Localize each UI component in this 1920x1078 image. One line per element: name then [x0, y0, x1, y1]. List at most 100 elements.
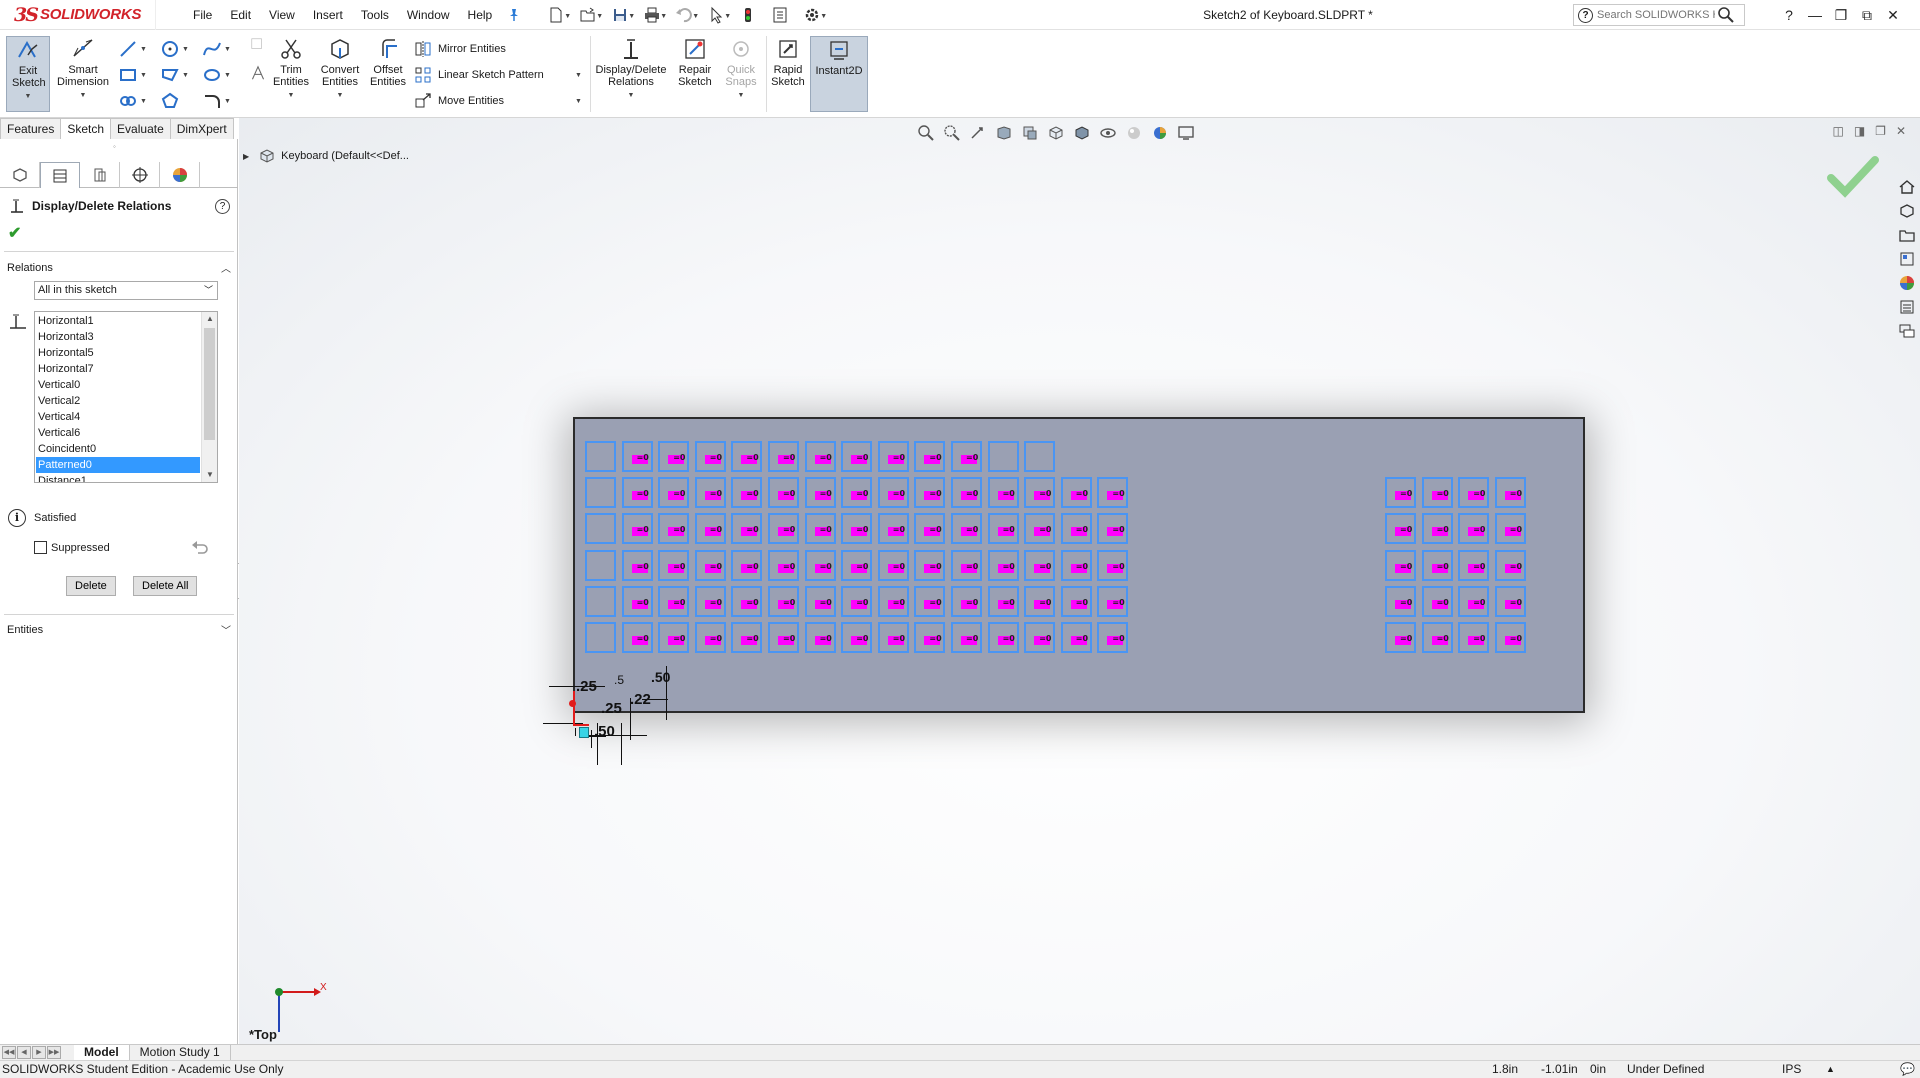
- scroll-down-icon[interactable]: ▼: [202, 468, 217, 482]
- relation-list-item[interactable]: Horizontal5: [36, 345, 200, 361]
- instant2d-button[interactable]: Instant2D: [810, 36, 868, 112]
- relation-symbol-icon[interactable]: [887, 598, 905, 609]
- sketch-key-square[interactable]: [658, 477, 690, 509]
- sketch-key-square[interactable]: [694, 585, 726, 617]
- chevron-down-icon[interactable]: ▼: [25, 91, 32, 103]
- sketch-key-square[interactable]: [585, 477, 616, 509]
- sketch-key-square[interactable]: [1024, 441, 1056, 472]
- relation-symbol-icon[interactable]: [851, 525, 868, 537]
- dynamic-annotation-icon[interactable]: [1019, 122, 1041, 144]
- line-tool[interactable]: ▼: [118, 38, 150, 60]
- relation-symbol-icon[interactable]: [631, 598, 649, 609]
- sketch-key-square[interactable]: [914, 441, 946, 472]
- sketch-numpad-key-square[interactable]: [1385, 622, 1416, 653]
- relation-symbol-icon[interactable]: [851, 598, 868, 609]
- forum-icon[interactable]: [1894, 320, 1920, 342]
- rapid-sketch-button[interactable]: Rapid Sketch: [768, 36, 808, 112]
- menu-file[interactable]: File: [184, 0, 221, 30]
- relation-symbol-icon[interactable]: [851, 453, 868, 464]
- relation-list-item[interactable]: Distance1: [36, 473, 200, 482]
- expand-triangle-icon[interactable]: ▶: [243, 152, 249, 161]
- sketch-key-square[interactable]: [804, 585, 836, 617]
- sketch-numpad-key-square[interactable]: [1385, 549, 1416, 581]
- sketch-key-square[interactable]: [877, 441, 909, 472]
- sketch-numpad-key-square[interactable]: [1458, 513, 1490, 545]
- relation-symbol-icon[interactable]: [741, 525, 759, 537]
- smart-dimension-button[interactable]: Smart Dimension ▼: [54, 36, 112, 112]
- section-view-icon[interactable]: [993, 122, 1015, 144]
- polygon-tool[interactable]: [160, 90, 192, 112]
- sketch-key-square[interactable]: [585, 513, 616, 545]
- quick-snaps-button[interactable]: Quick Snaps ▼: [720, 36, 762, 112]
- relation-symbol-icon[interactable]: [997, 525, 1015, 537]
- sketch-key-square[interactable]: [1097, 513, 1129, 545]
- sketch-key-square[interactable]: [1060, 585, 1092, 617]
- design-library-icon[interactable]: [1894, 200, 1920, 222]
- chevron-up-icon[interactable]: ︿: [221, 260, 231, 275]
- sketch-key-square[interactable]: [877, 585, 909, 617]
- relation-symbol-icon[interactable]: [741, 634, 759, 645]
- relation-symbol-icon[interactable]: [668, 598, 685, 609]
- first-tab-icon[interactable]: ◀◀: [2, 1046, 16, 1059]
- trim-entities-button[interactable]: Trim Entities ▼: [272, 36, 310, 112]
- sketch-key-square[interactable]: [1060, 622, 1092, 653]
- viewport-tile-icon[interactable]: ◨: [1854, 124, 1865, 138]
- sketch-numpad-key-square[interactable]: [1385, 585, 1416, 617]
- sketch-key-square[interactable]: [804, 549, 836, 581]
- view-orientation-icon[interactable]: [1045, 122, 1067, 144]
- next-tab-icon[interactable]: ▶: [32, 1046, 46, 1059]
- exit-sketch-button[interactable]: Exit Sketch ▼: [6, 36, 50, 112]
- chat-icon[interactable]: 💬: [1900, 1061, 1915, 1078]
- sketch-key-square[interactable]: [621, 513, 653, 545]
- dimension-label[interactable]: .5: [614, 673, 624, 687]
- relation-symbol-icon[interactable]: [1468, 525, 1485, 537]
- home-icon[interactable]: [1894, 176, 1920, 198]
- sketch-key-square[interactable]: [987, 549, 1019, 581]
- tab-sketch[interactable]: Sketch: [60, 118, 112, 139]
- dimension-label[interactable]: .50: [594, 723, 615, 740]
- sketch-key-square[interactable]: [951, 477, 982, 509]
- sketch-numpad-key-square[interactable]: [1458, 622, 1490, 653]
- sketch-numpad-key-square[interactable]: [1421, 549, 1453, 581]
- chevron-down-icon[interactable]: ▼: [288, 90, 295, 102]
- sketch-text-tool[interactable]: [244, 36, 272, 112]
- sketch-key-square[interactable]: [1097, 622, 1129, 653]
- sketch-key-square[interactable]: [804, 477, 836, 509]
- keyboard-plate[interactable]: [573, 417, 1585, 713]
- sketch-key-square[interactable]: [621, 477, 653, 509]
- relation-symbol-icon[interactable]: [1468, 489, 1485, 501]
- relation-symbol-icon[interactable]: [1504, 562, 1522, 573]
- dimension-label[interactable]: .50: [651, 669, 670, 685]
- relation-symbol-icon[interactable]: [668, 562, 685, 573]
- search-input[interactable]: [1597, 9, 1715, 21]
- chevron-down-icon[interactable]: ▼: [738, 90, 745, 102]
- move-entities-button[interactable]: Move Entities ▼: [414, 90, 582, 112]
- relation-symbol-icon[interactable]: [887, 634, 905, 645]
- sketch-key-square[interactable]: [731, 513, 763, 545]
- relation-symbol-icon[interactable]: [814, 634, 832, 645]
- sketch-key-square[interactable]: [585, 622, 616, 653]
- tab-dimxpert[interactable]: DimXpert: [169, 118, 234, 139]
- panel-grip-icon[interactable]: ◦: [113, 142, 116, 151]
- sketch-key-square[interactable]: [951, 513, 982, 545]
- sketch-key-square[interactable]: [731, 477, 763, 509]
- sketch-key-square[interactable]: [768, 622, 799, 653]
- hide-show-items-icon[interactable]: [1097, 122, 1119, 144]
- relation-symbol-icon[interactable]: [961, 562, 978, 573]
- menu-insert[interactable]: Insert: [304, 0, 352, 30]
- relation-symbol-icon[interactable]: [1468, 562, 1485, 573]
- chevron-down-icon[interactable]: ▼: [575, 98, 582, 105]
- chevron-up-icon[interactable]: ▲: [1826, 1061, 1835, 1078]
- dimxpert-manager-tab[interactable]: [120, 162, 160, 188]
- viewport-restore-icon[interactable]: ❐: [1875, 124, 1886, 138]
- relation-symbol-icon[interactable]: [887, 453, 905, 464]
- flyout-feature-tree[interactable]: ▶ Keyboard (Default<<Def...: [243, 148, 409, 164]
- dimension-label[interactable]: .25: [601, 700, 622, 717]
- relation-symbol-icon[interactable]: [1504, 598, 1522, 609]
- sketch-key-square[interactable]: [804, 513, 836, 545]
- search-icon[interactable]: [1717, 6, 1735, 24]
- display-manager-tab[interactable]: [160, 162, 200, 188]
- last-tab-icon[interactable]: ▶▶: [47, 1046, 61, 1059]
- slot-tool[interactable]: ▼: [160, 64, 192, 86]
- relation-symbol-icon[interactable]: [1070, 489, 1088, 501]
